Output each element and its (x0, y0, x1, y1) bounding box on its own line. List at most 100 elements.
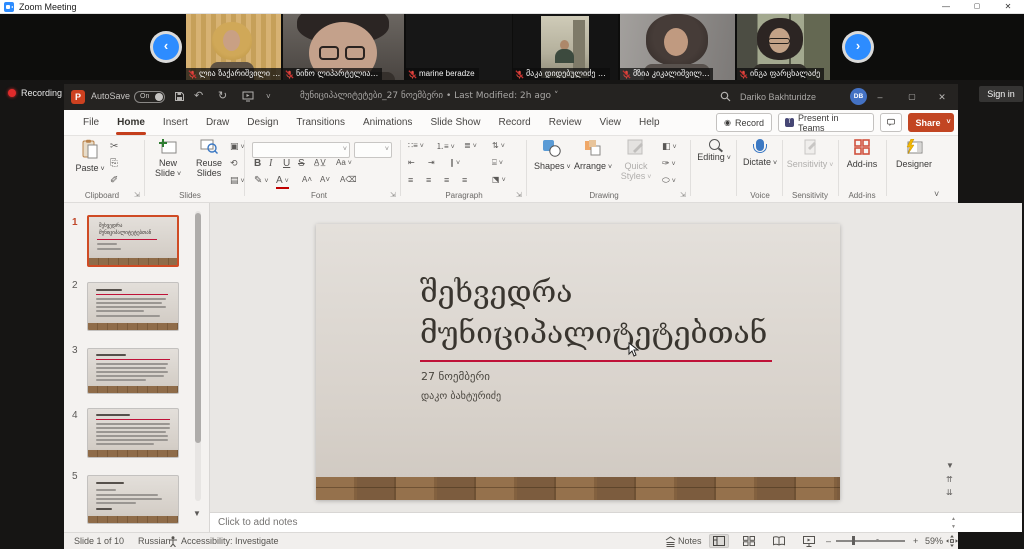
next-slide-button[interactable]: ⇊ (946, 488, 953, 497)
drawing-dialog-launcher[interactable]: ⇲ (680, 191, 686, 199)
section-icon[interactable]: ▤ (230, 175, 245, 186)
columns-icon[interactable]: ∥ (450, 158, 460, 167)
slide-thumbnail-4[interactable] (87, 408, 179, 458)
notes-placeholder[interactable]: Click to add notes (218, 517, 298, 528)
quick-styles-button[interactable]: Quick Styles (616, 139, 656, 183)
normal-view-button[interactable] (709, 534, 729, 548)
zoom-slider-thumb[interactable] (852, 536, 855, 545)
text-highlight-icon[interactable]: ✎ (254, 175, 268, 186)
notes-scroll-up-icon[interactable]: ▲ (951, 516, 956, 522)
tab-help[interactable]: Help (630, 110, 669, 136)
text-direction-icon[interactable]: ⌸ (492, 158, 503, 168)
clipboard-dialog-launcher[interactable]: ⇲ (134, 191, 140, 199)
slide-canvas[interactable]: შეხვედრამუნიციპალიტეტებთან 27 ნოემბერი დ… (316, 224, 840, 500)
smartart-convert-icon[interactable]: ⬔ (492, 175, 506, 184)
tab-record[interactable]: Record (489, 110, 539, 136)
reuse-slides-button[interactable]: Reuse Slides (190, 139, 228, 178)
slide-thumbnail-5[interactable] (87, 475, 179, 524)
ppt-minimize-button[interactable]: – (870, 84, 890, 110)
notes-toggle-label[interactable]: Notes (678, 536, 702, 546)
format-painter-icon[interactable]: ✐ (110, 175, 118, 186)
quick-access-more-icon[interactable]: ˅ (266, 92, 271, 101)
strikethrough-button[interactable]: S (298, 158, 305, 169)
fit-slide-to-window-icon[interactable] (946, 535, 958, 547)
notes-scroll-down-icon[interactable]: ▼ (951, 524, 956, 530)
share-button[interactable]: Share (908, 113, 954, 132)
participant-tile[interactable]: ინგა ფარცხალაძე (737, 14, 830, 80)
shape-effects-icon[interactable]: ⬭ (662, 175, 676, 186)
tab-view[interactable]: View (591, 110, 631, 136)
font-dialog-launcher[interactable]: ⇲ (390, 191, 396, 199)
bullets-icon[interactable]: ∷≡ (408, 141, 424, 150)
bold-button[interactable]: B (254, 158, 261, 169)
comments-button[interactable] (880, 113, 902, 132)
tab-animations[interactable]: Animations (354, 110, 421, 136)
notes-pane[interactable]: Click to add notes ▲ ▼ (210, 512, 1022, 532)
font-size-select[interactable] (354, 142, 392, 158)
shape-fill-icon[interactable]: ◧ (662, 141, 677, 152)
zoom-minimize-button[interactable]: — (938, 0, 954, 13)
ppt-close-button[interactable]: ✕ (932, 84, 952, 110)
underline-button[interactable]: U (283, 158, 290, 169)
slide-indicator[interactable]: Slide 1 of 10 (74, 536, 124, 546)
slide-thumbnail-3[interactable] (87, 348, 179, 394)
zoom-level[interactable]: 59% (925, 536, 943, 546)
scroll-down-icon[interactable]: ▼ (946, 461, 954, 470)
gallery-next-button[interactable]: › (845, 34, 871, 60)
slide-thumbnail-1[interactable]: შეხვედრამუნიციპალიტეტებთან (87, 215, 179, 267)
zoom-close-button[interactable]: ✕ (1000, 0, 1016, 13)
multilevel-list-icon[interactable]: ≣ (464, 141, 477, 150)
new-slide-button[interactable]: New Slide (150, 139, 186, 180)
present-from-beginning-icon[interactable] (242, 91, 254, 102)
participant-tile-camera-off[interactable]: marine beradze (406, 14, 512, 80)
shrink-font-icon[interactable]: A˅ (320, 175, 330, 184)
accessibility-status[interactable]: Accessibility: Investigate (181, 536, 279, 546)
ppt-restore-button[interactable]: ▢ (902, 84, 922, 110)
user-name[interactable]: Dariko Bakhturidze (740, 92, 816, 102)
tab-home[interactable]: Home (108, 110, 154, 136)
tab-draw[interactable]: Draw (197, 110, 238, 136)
font-color-icon[interactable]: A (276, 175, 289, 189)
sensitivity-button[interactable]: Sensitivity (786, 139, 834, 171)
user-avatar[interactable]: DB (850, 88, 867, 105)
zoom-out-button[interactable]: – (826, 536, 831, 546)
font-name-select[interactable] (252, 142, 350, 158)
participant-tile[interactable]: ლია ზაქარიშვილი ... (186, 14, 281, 80)
arrange-button[interactable]: Arrange (574, 139, 612, 173)
slide-thumbnail-2[interactable] (87, 282, 179, 331)
tab-slide-show[interactable]: Slide Show (421, 110, 489, 136)
present-in-teams-button[interactable]: TPresent in Teams (778, 113, 874, 132)
previous-slide-button[interactable]: ⇈ (946, 475, 953, 484)
save-icon[interactable] (174, 91, 185, 102)
redo-icon[interactable]: ↻ (218, 89, 227, 102)
search-icon[interactable] (720, 91, 731, 102)
language-indicator[interactable]: Russian (138, 536, 171, 546)
document-title[interactable]: მუნიციპალიტეტები_27 ნოემბერი • Last Modi… (300, 91, 558, 101)
slide-sorter-view-button[interactable] (739, 534, 759, 548)
tab-review[interactable]: Review (540, 110, 591, 136)
align-center-icon[interactable]: ≡ (426, 175, 431, 185)
record-button[interactable]: ◉Record (716, 113, 772, 132)
shapes-button[interactable]: Shapes (534, 139, 570, 173)
autosave-toggle[interactable]: On (134, 91, 165, 103)
tab-design[interactable]: Design (238, 110, 287, 136)
slide-layout-icon[interactable]: ▣ (230, 141, 245, 152)
clear-formatting-icon[interactable]: A⌫ (340, 175, 357, 184)
gallery-prev-button[interactable]: ‹ (153, 34, 179, 60)
paragraph-dialog-launcher[interactable]: ⇲ (516, 191, 522, 199)
zoom-in-button[interactable]: + (913, 536, 918, 546)
thumbnail-scroll-down-icon[interactable]: ▼ (193, 509, 201, 518)
sign-in-button[interactable]: Sign in (979, 86, 1023, 102)
tab-insert[interactable]: Insert (154, 110, 197, 136)
add-ins-button[interactable]: Add-ins (842, 139, 882, 169)
numbering-icon[interactable]: ⒈≡ (436, 141, 455, 152)
dictate-button[interactable]: Dictate (742, 139, 778, 169)
participant-tile[interactable]: მზია კიკალიშვილ... (620, 14, 735, 80)
shape-outline-icon[interactable]: ✑ (662, 158, 676, 169)
participant-tile[interactable]: ნინო ლიპარტელია... (283, 14, 404, 80)
editing-button[interactable]: Editing (696, 139, 732, 164)
increase-indent-icon[interactable]: ⇥ (428, 158, 435, 167)
copy-icon[interactable]: ⎘ (110, 158, 118, 169)
line-spacing-icon[interactable]: ⇅ (492, 141, 505, 150)
decrease-indent-icon[interactable]: ⇤ (408, 158, 415, 167)
